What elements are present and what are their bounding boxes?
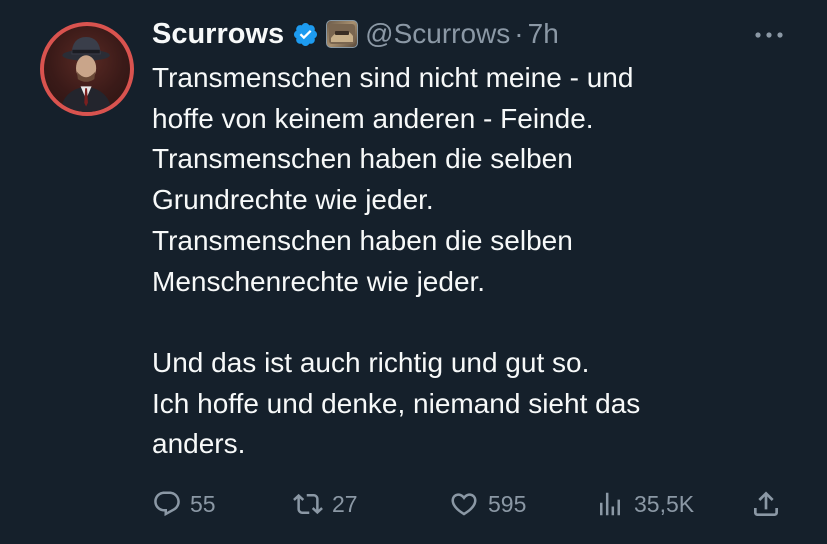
views-icon bbox=[600, 492, 620, 516]
reply-button[interactable]: 55 bbox=[152, 484, 216, 524]
avatar[interactable] bbox=[40, 22, 134, 116]
retweet-icon bbox=[293, 493, 323, 515]
tweet-text: Transmenschen sind nicht meine - und hof… bbox=[152, 58, 792, 465]
tweet-line: Ich hoffe und denke, niemand sieht das bbox=[152, 387, 641, 419]
reply-count: 55 bbox=[190, 490, 216, 517]
share-button[interactable] bbox=[750, 484, 782, 524]
tweet-line: Grundrechte wie jeder. bbox=[152, 184, 434, 216]
tweet-line: Transmenschen haben die selben bbox=[152, 224, 573, 256]
retweet-button[interactable]: 27 bbox=[292, 484, 358, 524]
tweet-header: Scurrows @Scurrows · 7h bbox=[152, 14, 559, 54]
tweet-line: hoffe von keinem anderen - Feinde. bbox=[152, 102, 594, 134]
heart-icon bbox=[451, 493, 477, 516]
like-button[interactable]: 595 bbox=[448, 484, 526, 524]
view-count: 35,5K bbox=[634, 490, 695, 517]
tweet-line-blank bbox=[152, 302, 792, 343]
author-name[interactable]: Scurrows bbox=[152, 18, 284, 51]
like-count: 595 bbox=[488, 490, 527, 517]
tweet-line: Transmenschen haben die selben bbox=[152, 143, 573, 175]
timestamp[interactable]: 7h bbox=[528, 18, 559, 50]
retweet-count: 27 bbox=[332, 490, 358, 517]
action-bar: 55 27 595 35,5K bbox=[150, 484, 790, 524]
tweet-line: Und das ist auch richtig und gut so. bbox=[152, 346, 590, 378]
separator-dot: · bbox=[514, 18, 524, 49]
author-handle[interactable]: @Scurrows bbox=[365, 18, 510, 50]
tweet-line: Menschenrechte wie jeder. bbox=[152, 265, 486, 297]
tweet-line: Transmenschen sind nicht meine - und bbox=[152, 62, 634, 93]
views-button[interactable]: 35,5K bbox=[594, 484, 694, 524]
avatar-image bbox=[60, 36, 112, 112]
tweet-line: anders. bbox=[152, 428, 246, 460]
more-horizontal-icon[interactable] bbox=[752, 20, 786, 50]
affiliate-badge-icon[interactable] bbox=[326, 20, 359, 48]
reply-icon bbox=[154, 491, 180, 517]
share-icon bbox=[754, 491, 778, 516]
tweet-card[interactable]: Scurrows @Scurrows · 7h Transmenschen si… bbox=[0, 0, 827, 544]
verified-badge-icon[interactable] bbox=[292, 21, 319, 48]
